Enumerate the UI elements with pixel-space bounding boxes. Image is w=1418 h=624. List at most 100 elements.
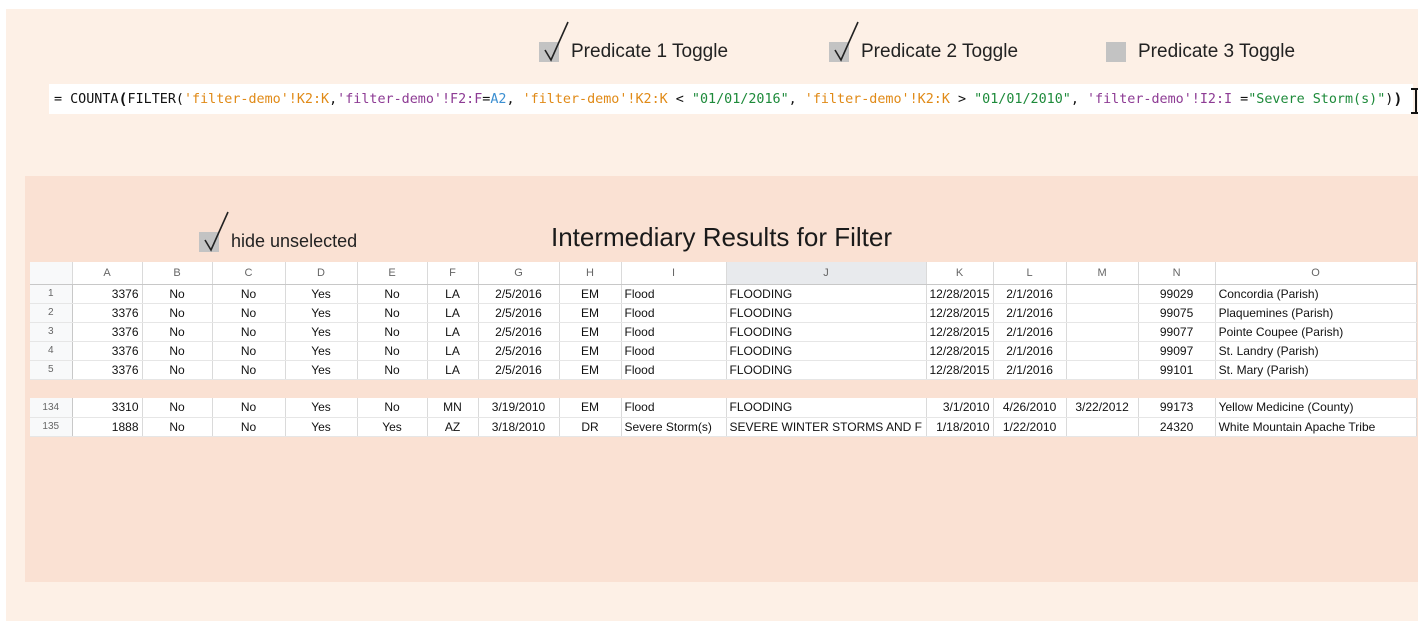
cell-g[interactable]: 2/5/2016 — [478, 341, 560, 361]
cell-c[interactable]: No — [212, 398, 286, 418]
row-number[interactable]: 134 — [30, 398, 73, 418]
column-header-o[interactable]: O — [1215, 262, 1417, 285]
cell-n[interactable]: 99029 — [1138, 284, 1216, 304]
cell-a[interactable]: 3376 — [72, 360, 143, 380]
cell-g[interactable]: 2/5/2016 — [478, 360, 560, 380]
cell-a[interactable]: 3376 — [72, 341, 143, 361]
cell-e[interactable]: No — [357, 360, 428, 380]
cell-i[interactable]: Flood — [621, 398, 727, 418]
cell-d[interactable]: Yes — [285, 322, 358, 342]
cell-n[interactable]: 99077 — [1138, 322, 1216, 342]
cell-i[interactable]: Flood — [621, 341, 727, 361]
column-header-i[interactable]: I — [621, 262, 727, 285]
cell-c[interactable]: No — [212, 303, 286, 323]
cell-o[interactable]: St. Landry (Parish) — [1215, 341, 1417, 361]
column-header-e[interactable]: E — [357, 262, 428, 285]
column-header-l[interactable]: L — [993, 262, 1067, 285]
predicate-3-checkbox[interactable] — [1106, 42, 1126, 62]
cell-l[interactable]: 2/1/2016 — [993, 322, 1067, 342]
cell-c[interactable]: No — [212, 360, 286, 380]
cell-n[interactable]: 99173 — [1138, 398, 1216, 418]
cell-g[interactable]: 2/5/2016 — [478, 284, 560, 304]
column-header-d[interactable]: D — [285, 262, 358, 285]
row-number[interactable]: 1 — [30, 284, 73, 304]
cell-g[interactable]: 3/18/2010 — [478, 417, 560, 437]
cell-o[interactable]: St. Mary (Parish) — [1215, 360, 1417, 380]
cell-k[interactable]: 12/28/2015 — [926, 360, 994, 380]
column-header-c[interactable]: C — [212, 262, 286, 285]
column-header-h[interactable]: H — [559, 262, 622, 285]
cell-f[interactable]: LA — [427, 341, 479, 361]
predicate-2-toggle[interactable]: Predicate 2 Toggle — [829, 21, 1018, 63]
predicate-1-checkbox[interactable] — [539, 21, 569, 62]
cell-a[interactable]: 3376 — [72, 322, 143, 342]
cell-h[interactable]: EM — [559, 303, 622, 323]
cell-c[interactable]: No — [212, 322, 286, 342]
cell-e[interactable]: No — [357, 303, 428, 323]
cell-k[interactable]: 12/28/2015 — [926, 341, 994, 361]
cell-i[interactable]: Severe Storm(s) — [621, 417, 727, 437]
cell-e[interactable]: No — [357, 398, 428, 418]
cell-d[interactable]: Yes — [285, 417, 358, 437]
cell-h[interactable]: EM — [559, 341, 622, 361]
cell-a[interactable]: 1888 — [72, 417, 143, 437]
cell-l[interactable]: 1/22/2010 — [993, 417, 1067, 437]
cell-i[interactable]: Flood — [621, 284, 727, 304]
cell-f[interactable]: LA — [427, 303, 479, 323]
cell-n[interactable]: 24320 — [1138, 417, 1216, 437]
cell-e[interactable]: No — [357, 322, 428, 342]
cell-i[interactable]: Flood — [621, 303, 727, 323]
cell-c[interactable]: No — [212, 417, 286, 437]
cell-a[interactable]: 3376 — [72, 303, 143, 323]
cell-n[interactable]: 99075 — [1138, 303, 1216, 323]
cell-b[interactable]: No — [142, 303, 213, 323]
cell-a[interactable]: 3376 — [72, 284, 143, 304]
cell-e[interactable]: Yes — [357, 417, 428, 437]
cell-i[interactable]: Flood — [621, 360, 727, 380]
cell-b[interactable]: No — [142, 284, 213, 304]
predicate-1-toggle[interactable]: Predicate 1 Toggle — [539, 21, 728, 63]
cell-f[interactable]: LA — [427, 322, 479, 342]
hide-unselected-checkbox[interactable] — [199, 211, 229, 252]
cell-j[interactable]: FLOODING — [726, 303, 927, 323]
cell-l[interactable]: 2/1/2016 — [993, 303, 1067, 323]
cell-o[interactable]: Concordia (Parish) — [1215, 284, 1417, 304]
row-number[interactable]: 135 — [30, 417, 73, 437]
row-number[interactable]: 4 — [30, 341, 73, 361]
predicate-2-checkbox[interactable] — [829, 21, 859, 62]
cell-j[interactable]: FLOODING — [726, 284, 927, 304]
cell-h[interactable]: DR — [559, 417, 622, 437]
cell-f[interactable]: LA — [427, 360, 479, 380]
column-header-a[interactable]: A — [72, 262, 143, 285]
cell-d[interactable]: Yes — [285, 284, 358, 304]
cell-h[interactable]: EM — [559, 284, 622, 304]
column-header-g[interactable]: G — [478, 262, 560, 285]
cell-h[interactable]: EM — [559, 322, 622, 342]
cell-f[interactable]: LA — [427, 284, 479, 304]
cell-g[interactable]: 2/5/2016 — [478, 322, 560, 342]
cell-k[interactable]: 3/1/2010 — [926, 398, 994, 418]
cell-d[interactable]: Yes — [285, 360, 358, 380]
formula-bar[interactable]: = COUNTA(FILTER('filter-demo'!K2:K,'filt… — [49, 84, 1413, 114]
cell-m[interactable] — [1066, 360, 1139, 380]
cell-b[interactable]: No — [142, 398, 213, 418]
row-number[interactable]: 5 — [30, 360, 73, 380]
cell-c[interactable]: No — [212, 284, 286, 304]
cell-f[interactable]: MN — [427, 398, 479, 418]
cell-j[interactable]: FLOODING — [726, 360, 927, 380]
cell-b[interactable]: No — [142, 341, 213, 361]
cell-d[interactable]: Yes — [285, 398, 358, 418]
cell-o[interactable]: Plaquemines (Parish) — [1215, 303, 1417, 323]
column-header-m[interactable]: M — [1066, 262, 1139, 285]
column-header-n[interactable]: N — [1138, 262, 1216, 285]
select-all-corner[interactable] — [30, 262, 73, 285]
predicate-3-toggle[interactable]: Predicate 3 Toggle — [1106, 41, 1295, 63]
cell-l[interactable]: 2/1/2016 — [993, 360, 1067, 380]
cell-j[interactable]: SEVERE WINTER STORMS AND F — [726, 417, 927, 437]
cell-b[interactable]: No — [142, 322, 213, 342]
cell-d[interactable]: Yes — [285, 303, 358, 323]
cell-j[interactable]: FLOODING — [726, 398, 927, 418]
cell-k[interactable]: 1/18/2010 — [926, 417, 994, 437]
cell-d[interactable]: Yes — [285, 341, 358, 361]
cell-e[interactable]: No — [357, 284, 428, 304]
